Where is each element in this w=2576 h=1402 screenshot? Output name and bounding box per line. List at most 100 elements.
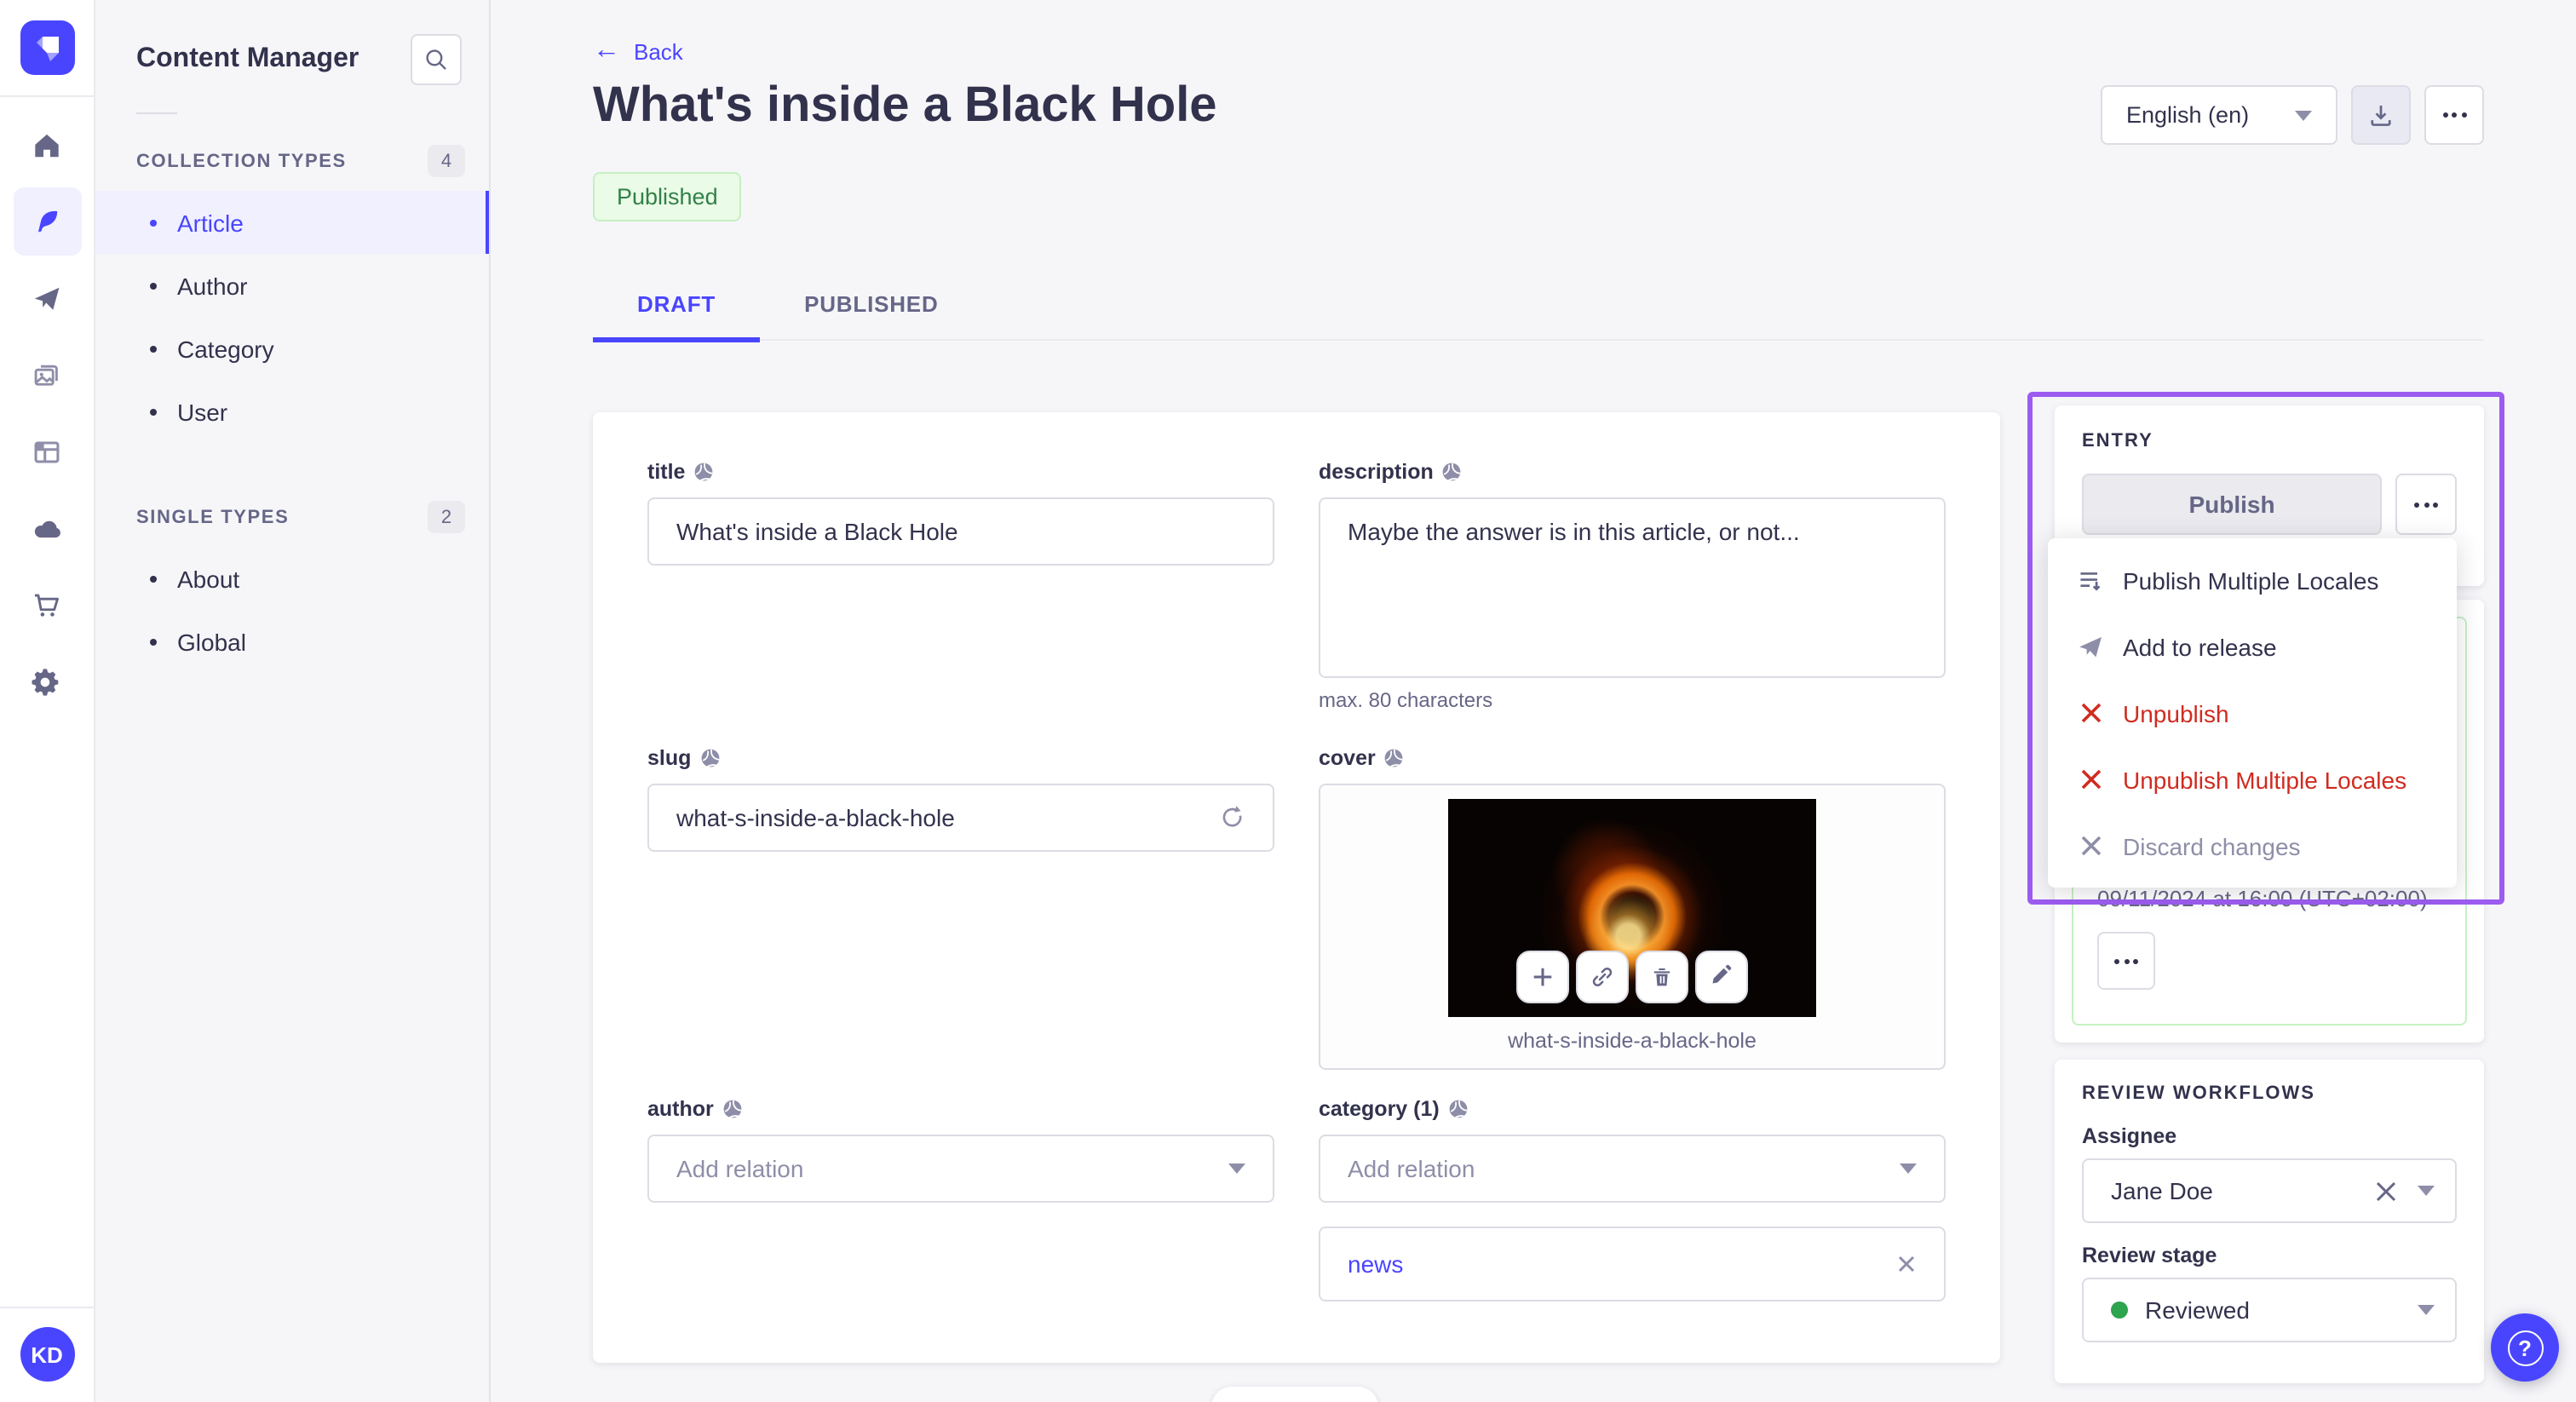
marketplace-cart-icon[interactable] — [13, 571, 81, 639]
collection-types-count: 4 — [428, 145, 465, 177]
sidebar-item-author[interactable]: Author — [95, 254, 489, 317]
remove-tag-icon[interactable] — [1896, 1254, 1917, 1274]
sidebar-item-user[interactable]: User — [95, 380, 489, 443]
category-field: category (1) Add relation news — [1319, 1097, 1946, 1301]
subnav-title: Content Manager — [136, 44, 359, 73]
title-input[interactable] — [647, 497, 1274, 566]
title-field: title — [647, 460, 1274, 712]
cross-icon — [2075, 768, 2106, 790]
media-library-icon[interactable] — [13, 341, 81, 409]
description-helper: max. 80 characters — [1319, 688, 1493, 712]
category-label: category (1) — [1319, 1097, 1440, 1121]
deploy-cloud-icon[interactable] — [13, 494, 81, 562]
assignee-select[interactable]: Jane Doe — [2082, 1158, 2457, 1223]
main-nav-rail: KD — [0, 0, 95, 1402]
bullet-icon — [150, 219, 157, 226]
globe-icon — [701, 749, 719, 768]
chevron-down-icon — [2418, 1305, 2435, 1315]
slug-label: slug — [647, 746, 692, 770]
menu-item-add-to-release[interactable]: Add to release — [2048, 613, 2457, 680]
review-workflows-title: REVIEW WORKFLOWS — [2082, 1083, 2315, 1104]
menu-item-unpublish-multiple-locales[interactable]: Unpublish Multiple Locales — [2048, 746, 2457, 813]
help-button[interactable]: ? — [2491, 1313, 2559, 1382]
category-tag-row: news — [1319, 1227, 1946, 1301]
chevron-down-icon — [1228, 1164, 1245, 1174]
author-relation-select[interactable]: Add relation — [647, 1135, 1274, 1203]
scheduled-more-button[interactable] — [2097, 932, 2155, 990]
version-tabs: DRAFT PUBLISHED — [593, 267, 2484, 342]
list-plus-icon — [2075, 566, 2106, 594]
strapi-logo[interactable] — [20, 20, 74, 75]
sidebar-item-global[interactable]: Global — [95, 610, 489, 673]
content-type-builder-icon[interactable] — [13, 417, 81, 486]
ellipsis-icon — [2442, 112, 2466, 118]
export-button[interactable] — [2351, 85, 2411, 145]
tab-published[interactable]: PUBLISHED — [760, 267, 982, 339]
home-icon[interactable] — [13, 111, 81, 179]
locale-select[interactable]: English (en) — [2101, 85, 2337, 145]
delete-media-button[interactable] — [1636, 951, 1688, 1003]
cover-field: cover what-s-inside-a-black-hole — [1319, 746, 1946, 1070]
bullet-icon — [150, 345, 157, 352]
category-relation-select[interactable]: Add relation — [1319, 1135, 1946, 1203]
author-label: author — [647, 1097, 714, 1121]
cross-icon — [2075, 835, 2106, 857]
bullet-icon — [150, 638, 157, 645]
search-icon — [426, 49, 446, 70]
slug-field: slug what-s-inside-a-black-hole — [647, 746, 1274, 1070]
divider — [136, 112, 177, 114]
globe-icon — [695, 463, 713, 482]
chevron-down-icon — [2418, 1186, 2435, 1196]
page-title: What's inside a Black Hole — [593, 78, 1217, 133]
search-button[interactable] — [411, 34, 462, 85]
cover-media-box: what-s-inside-a-black-hole — [1319, 784, 1946, 1070]
more-actions-button[interactable] — [2424, 85, 2484, 145]
clear-icon[interactable] — [2375, 1180, 2397, 1202]
releases-icon[interactable] — [13, 264, 81, 332]
sidebar-item-about[interactable]: About — [95, 547, 489, 610]
chevron-down-icon — [1900, 1164, 1917, 1174]
menu-item-publish-multiple-locales[interactable]: Publish Multiple Locales — [2048, 547, 2457, 613]
review-workflows-panel: REVIEW WORKFLOWS Assignee Jane Doe Revie… — [2055, 1060, 2484, 1383]
copy-link-button[interactable] — [1576, 951, 1629, 1003]
scheduled-date: 09/11/2024 at 16:00 (UTC+02:00) — [2097, 886, 2428, 911]
edit-media-button[interactable] — [1695, 951, 1748, 1003]
divider — [0, 95, 94, 97]
section-collection-types: COLLECTION TYPES — [136, 151, 347, 171]
link-icon — [1592, 967, 1613, 987]
globe-icon — [1385, 749, 1404, 768]
description-textarea[interactable]: Maybe the answer is in this article, or … — [1319, 497, 1946, 678]
section-single-types: SINGLE TYPES — [136, 507, 290, 527]
publish-button[interactable]: Publish — [2082, 474, 2382, 535]
plus-icon — [1533, 968, 1552, 986]
back-link[interactable]: ← Back — [593, 37, 683, 65]
download-icon — [2371, 105, 2391, 126]
regenerate-icon[interactable] — [1218, 804, 1245, 831]
main-content: ← Back What's inside a Black Hole Publis… — [491, 0, 2576, 1402]
stage-status-dot — [2111, 1301, 2128, 1319]
menu-item-unpublish[interactable]: Unpublish — [2048, 680, 2457, 746]
add-media-button[interactable] — [1516, 951, 1569, 1003]
category-tag-news[interactable]: news — [1348, 1250, 1403, 1278]
review-stage-select[interactable]: Reviewed — [2082, 1278, 2457, 1342]
globe-icon — [1449, 1100, 1468, 1119]
description-label: description — [1319, 460, 1434, 484]
tab-draft[interactable]: DRAFT — [593, 267, 761, 342]
chevron-down-icon — [2295, 110, 2312, 120]
user-avatar[interactable]: KD — [20, 1327, 74, 1382]
author-field: author Add relation — [647, 1097, 1274, 1301]
app-window: KD Content Manager COLLECTION TYPES 4 Ar… — [0, 0, 2576, 1402]
bullet-icon — [150, 282, 157, 289]
entry-more-button[interactable] — [2395, 474, 2457, 535]
slug-value[interactable]: what-s-inside-a-black-hole — [676, 804, 955, 831]
pencil-icon — [1712, 964, 1732, 984]
cover-label: cover — [1319, 746, 1376, 770]
sidebar-item-article[interactable]: Article — [95, 191, 489, 254]
settings-gear-icon[interactable] — [13, 647, 81, 715]
content-manager-icon[interactable] — [13, 187, 81, 256]
bullet-icon — [150, 408, 157, 415]
sidebar-item-category[interactable]: Category — [95, 317, 489, 380]
menu-item-discard-changes[interactable]: Discard changes — [2048, 813, 2457, 879]
question-mark-icon: ? — [2507, 1330, 2543, 1365]
cross-icon — [2075, 702, 2106, 724]
